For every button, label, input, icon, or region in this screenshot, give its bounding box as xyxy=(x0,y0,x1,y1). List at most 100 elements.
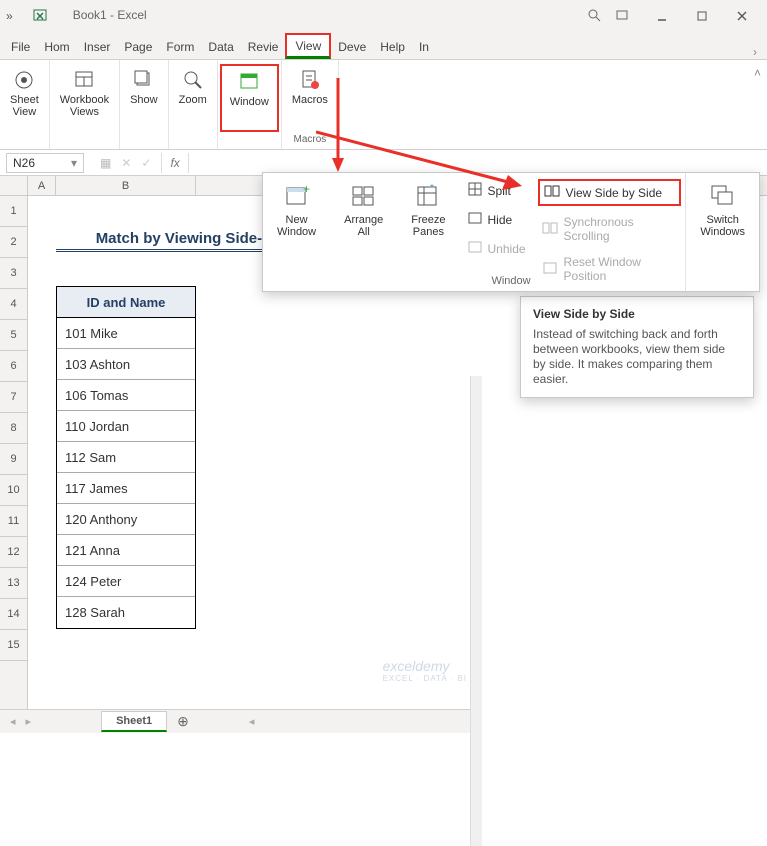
arrange-all-label: Arrange All xyxy=(344,214,383,238)
switch-windows-button[interactable]: Switch Windows xyxy=(692,179,753,242)
row-header[interactable]: 4 xyxy=(0,289,27,320)
window-icon xyxy=(237,70,261,94)
workbook-views-icon xyxy=(72,68,96,92)
table-cell[interactable]: 124 Peter xyxy=(57,566,195,597)
tooltip-title: View Side by Side xyxy=(533,307,741,321)
table-cell[interactable]: 120 Anthony xyxy=(57,504,195,535)
window-label: Window xyxy=(230,96,269,108)
row-header[interactable]: 8 xyxy=(0,413,27,444)
row-header[interactable]: 2 xyxy=(0,227,27,258)
show-button[interactable]: Show xyxy=(122,64,166,132)
table-cell[interactable]: 110 Jordan xyxy=(57,411,195,442)
freeze-panes-label: Freeze Panes xyxy=(411,214,445,238)
window-title: Book1 - Excel xyxy=(73,8,147,25)
new-window-icon: + xyxy=(283,183,311,211)
enter-icon[interactable]: ✓ xyxy=(141,156,151,170)
close-button[interactable] xyxy=(723,4,761,28)
data-table: ID and Name 101 Mike103 Ashton106 Tomas1… xyxy=(56,286,196,629)
sheet-tab[interactable]: Sheet1 xyxy=(101,711,167,732)
name-box-value: N26 xyxy=(13,156,35,170)
row-header[interactable]: 3 xyxy=(0,258,27,289)
row-header[interactable]: 10 xyxy=(0,475,27,506)
workbook-views-button[interactable]: Workbook Views xyxy=(52,64,117,132)
table-cell[interactable]: 103 Ashton xyxy=(57,349,195,380)
tab-scroll-right[interactable]: › xyxy=(747,45,763,59)
tab-data[interactable]: Data xyxy=(201,34,240,59)
unhide-button: Unhide xyxy=(464,237,530,260)
chevron-down-icon[interactable]: ▾ xyxy=(71,156,77,170)
svg-text:+: + xyxy=(303,183,310,196)
sheet-nav-prev[interactable]: ◂ xyxy=(0,715,26,728)
tooltip-body: Instead of switching back and forth betw… xyxy=(533,327,741,387)
column-header[interactable]: A xyxy=(28,176,56,195)
sheet-nav-next[interactable]: ▸ xyxy=(26,715,32,728)
row-header[interactable]: 13 xyxy=(0,568,27,599)
synchronous-scrolling-button: Synchronous Scrolling xyxy=(538,212,682,246)
switch-windows-label: Switch Windows xyxy=(700,214,745,238)
annotation-arrow-2 xyxy=(316,130,522,192)
row-header[interactable]: 11 xyxy=(0,506,27,537)
tab-file[interactable]: File xyxy=(4,34,37,59)
zoom-label: Zoom xyxy=(179,94,207,106)
macros-button[interactable]: Macros xyxy=(284,64,336,132)
macros-icon xyxy=(298,68,322,92)
tooltip: View Side by Side Instead of switching b… xyxy=(520,296,754,398)
vertical-scrollbar[interactable] xyxy=(470,376,482,846)
tab-inquire[interactable]: In xyxy=(412,34,436,59)
new-sheet-button[interactable]: ⊕ xyxy=(177,713,189,730)
name-box[interactable]: N26 ▾ xyxy=(6,153,84,173)
view-side-by-side-icon xyxy=(544,184,560,201)
row-header[interactable]: 7 xyxy=(0,382,27,413)
hscroll-left[interactable]: ◂ xyxy=(249,715,255,728)
switch-windows-icon xyxy=(709,183,737,211)
sheet-view-label: Sheet View xyxy=(10,94,39,118)
table-cell[interactable]: 106 Tomas xyxy=(57,380,195,411)
tab-page[interactable]: Page xyxy=(117,34,159,59)
column-header[interactable]: B xyxy=(56,176,196,195)
ribbon-collapse-icon[interactable]: ˄ xyxy=(748,60,767,86)
search-icon[interactable] xyxy=(587,8,601,25)
overflow-icon[interactable]: » xyxy=(6,9,13,23)
sheet-view-button[interactable]: Sheet View xyxy=(2,64,47,132)
table-cell[interactable]: 112 Sam xyxy=(57,442,195,473)
window-group-label: Window xyxy=(263,275,759,287)
table-cell[interactable]: 128 Sarah xyxy=(57,597,195,628)
tab-insert[interactable]: Inser xyxy=(77,34,118,59)
table-cell[interactable]: 101 Mike xyxy=(57,318,195,349)
show-label: Show xyxy=(130,94,158,106)
tab-view[interactable]: View xyxy=(285,33,331,59)
tab-review[interactable]: Revie xyxy=(241,34,286,59)
table-cell[interactable]: 121 Anna xyxy=(57,535,195,566)
tab-home[interactable]: Hom xyxy=(37,34,76,59)
row-header[interactable]: 5 xyxy=(0,320,27,351)
cancel-icon[interactable]: ✕ xyxy=(121,156,131,170)
view-side-by-side-label: View Side by Side xyxy=(566,186,663,200)
hide-label: Hide xyxy=(488,213,513,227)
row-header[interactable]: 15 xyxy=(0,630,27,661)
row-header[interactable]: 6 xyxy=(0,351,27,382)
ribbon-display-icon[interactable] xyxy=(615,8,629,25)
table-header[interactable]: ID and Name xyxy=(57,287,195,318)
tab-developer[interactable]: Deve xyxy=(331,34,373,59)
unhide-label: Unhide xyxy=(488,242,526,256)
grid-toggle-icon[interactable]: ▦ xyxy=(100,156,111,170)
qat-excel-icon xyxy=(33,8,47,25)
maximize-button[interactable] xyxy=(683,4,721,28)
row-header[interactable]: 12 xyxy=(0,537,27,568)
row-header[interactable]: 1 xyxy=(0,196,27,227)
table-cell[interactable]: 117 James xyxy=(57,473,195,504)
row-headers: 123456789101112131415 xyxy=(0,196,28,709)
fx-label[interactable]: fx xyxy=(161,153,188,173)
minimize-button[interactable] xyxy=(643,4,681,28)
tab-formulas[interactable]: Form xyxy=(159,34,201,59)
tab-help[interactable]: Help xyxy=(373,34,412,59)
row-header[interactable]: 9 xyxy=(0,444,27,475)
unhide-icon xyxy=(468,240,482,257)
row-header[interactable]: 14 xyxy=(0,599,27,630)
view-side-by-side-button[interactable]: View Side by Side xyxy=(538,179,682,206)
new-window-label: New Window xyxy=(277,214,316,238)
window-button[interactable]: Window xyxy=(220,64,279,132)
column-header[interactable] xyxy=(0,176,28,195)
hide-button[interactable]: Hide xyxy=(464,208,530,231)
zoom-button[interactable]: Zoom xyxy=(171,64,215,132)
